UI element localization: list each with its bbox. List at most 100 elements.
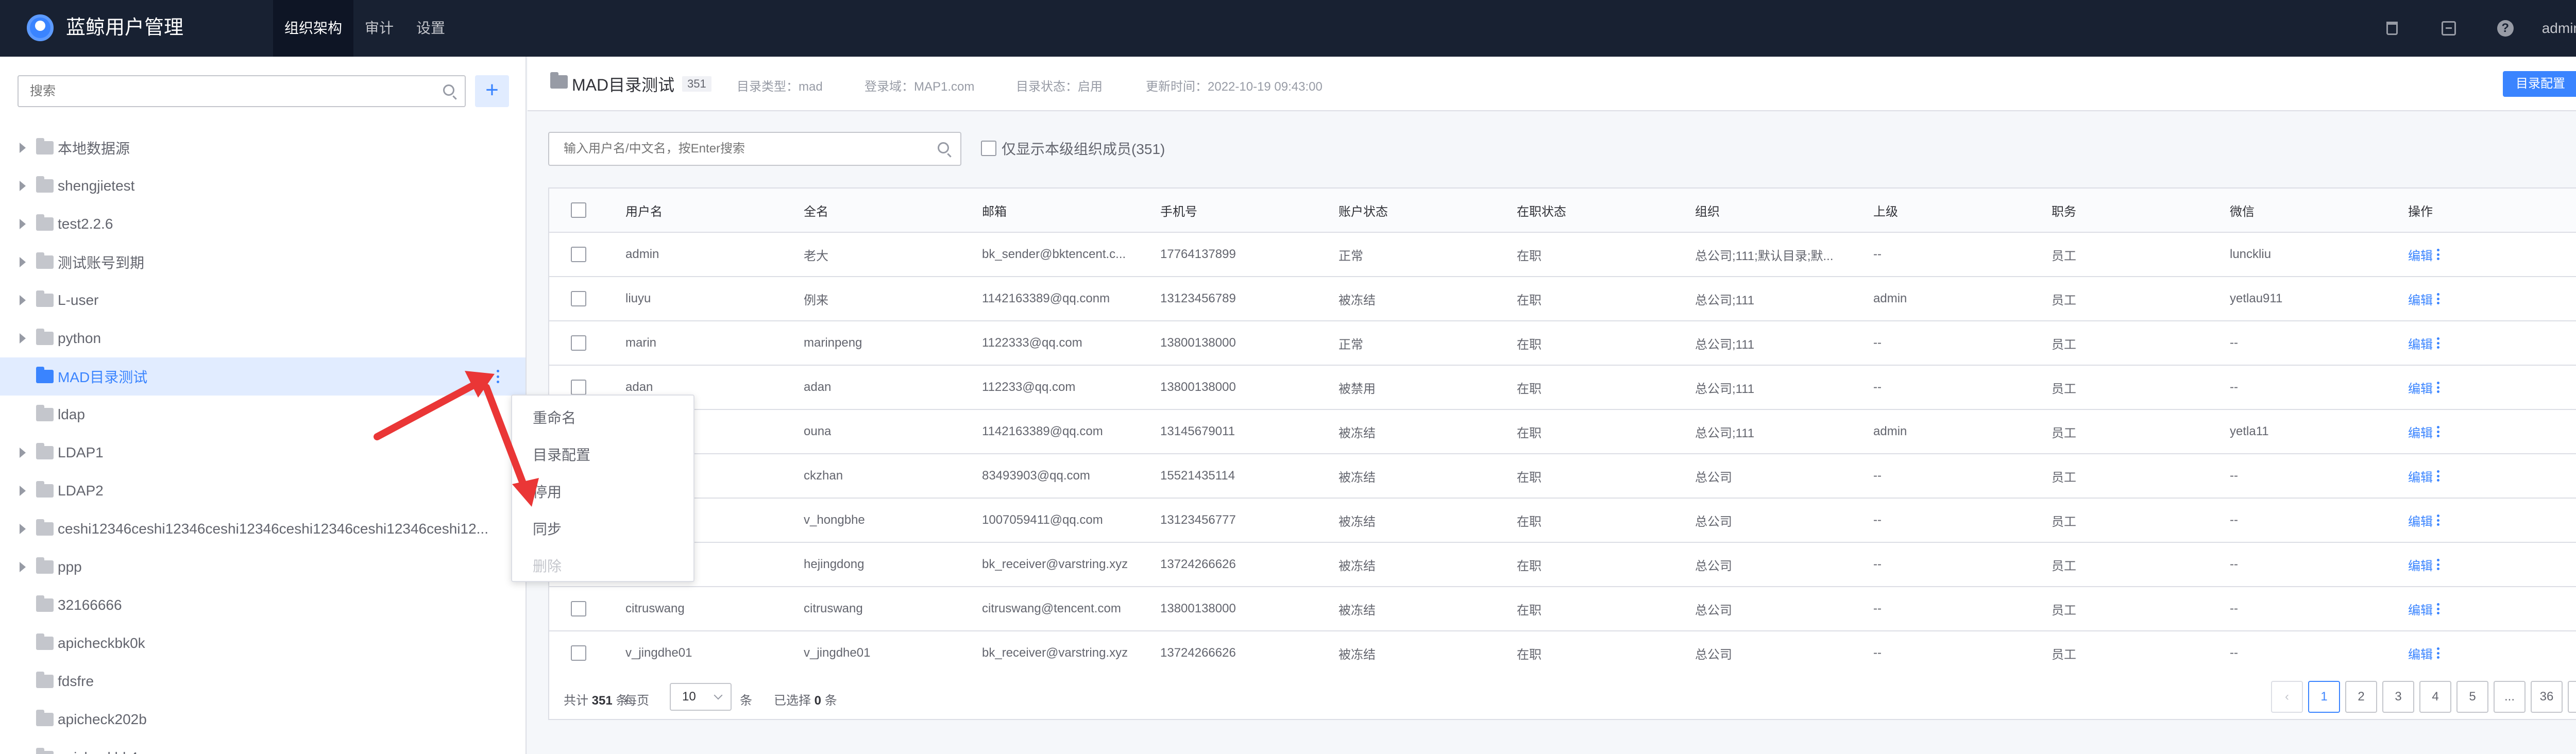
checkbox[interactable] [981,141,996,156]
add-directory-button[interactable]: + [475,75,509,107]
column-header[interactable]: 在职状态 [1517,201,1566,219]
page-button[interactable]: 36 [2531,681,2563,713]
row-checkbox[interactable] [571,601,586,616]
more-vertical-icon[interactable] [2437,603,2439,614]
caret-right-icon[interactable] [20,295,26,305]
column-header[interactable]: 上级 [1873,201,1898,219]
directory-config-button[interactable]: 目录配置 [2503,71,2576,97]
tree-item[interactable]: ldap [0,396,526,434]
recycle-bin-button[interactable] [2364,0,2420,57]
caret-right-icon[interactable] [20,143,26,153]
tree-item[interactable]: 32166666 [0,586,526,624]
menu-item-rename[interactable]: 重命名 [512,400,693,437]
edit-link[interactable]: 编辑 [2408,246,2433,264]
caret-right-icon[interactable] [20,524,26,534]
row-checkbox[interactable] [571,645,586,661]
caret-right-icon[interactable] [20,181,26,191]
search-icon[interactable] [443,84,454,96]
tree-item[interactable]: shengjietest [0,167,526,205]
tree-item-selected[interactable]: MAD目录测试 [0,357,526,396]
row-checkbox[interactable] [571,247,586,262]
more-vertical-icon[interactable] [2437,382,2439,393]
select-all-checkbox[interactable] [571,202,586,218]
tree-item[interactable]: apicheckbk0k [0,624,526,662]
more-vertical-icon[interactable] [497,370,500,383]
edit-link[interactable]: 编辑 [2408,379,2433,397]
row-checkbox[interactable] [571,335,586,351]
caret-right-icon[interactable] [20,486,26,496]
tree-item[interactable]: test2.2.6 [0,205,526,243]
more-vertical-icon[interactable] [2437,249,2439,260]
nav-tab-settings[interactable]: 设置 [405,0,456,57]
tree-item[interactable]: fdsfre [0,662,526,700]
tree-item[interactable]: ceshi12346ceshi12346ceshi12346ceshi12346… [0,510,526,548]
column-header[interactable]: 职务 [2052,201,2076,219]
edit-link[interactable]: 编辑 [2408,423,2433,441]
search-icon[interactable] [938,142,949,153]
caret-right-icon[interactable] [20,562,26,572]
menu-item-sync[interactable]: 同步 [512,511,693,548]
edit-link[interactable]: 编辑 [2408,644,2433,662]
more-vertical-icon[interactable] [2437,647,2439,659]
caret-right-icon[interactable] [20,257,26,267]
sidebar: + 本地数据源 shengjietest test2.2.6 测试账号到期 L-… [0,57,527,754]
folder-icon [36,481,54,498]
tree-item-label: LDAP2 [58,483,104,499]
menu-item-directory-config[interactable]: 目录配置 [512,437,693,474]
tree-item[interactable]: python [0,319,526,357]
edit-link[interactable]: 编辑 [2408,290,2433,308]
sidebar-search-input[interactable] [19,76,420,106]
only-local-members-toggle[interactable]: 仅显示本级组织成员(351) [981,138,1165,159]
more-vertical-icon[interactable] [2437,426,2439,437]
caret-right-icon[interactable] [20,333,26,344]
caret-right-icon[interactable] [20,219,26,229]
column-header[interactable]: 手机号 [1160,201,1197,219]
column-header[interactable]: 微信 [2230,201,2255,219]
caret-right-icon[interactable] [20,448,26,458]
tree-item[interactable]: LDAP1 [0,434,526,472]
more-vertical-icon[interactable] [2437,515,2439,526]
row-checkbox[interactable] [571,380,586,395]
more-vertical-icon[interactable] [2437,559,2439,570]
page-button[interactable]: 4 [2419,681,2451,713]
column-header[interactable]: 全名 [804,201,828,219]
page-button[interactable]: 3 [2382,681,2414,713]
page-size-select[interactable]: 10 [670,683,732,711]
column-header[interactable]: 邮箱 [982,201,1007,219]
column-header[interactable]: 用户名 [625,201,663,219]
page-button[interactable]: 5 [2456,681,2488,713]
tree-item[interactable]: LDAP2 [0,472,526,510]
export-button[interactable] [2420,0,2477,57]
nav-tab-audit[interactable]: 审计 [353,0,405,57]
tree-item[interactable]: apicheckbk4p [0,739,526,754]
column-header[interactable]: 组织 [1695,201,1720,219]
help-button[interactable]: ? [2477,0,2534,57]
table-cell: -- [2230,380,2238,394]
row-checkbox[interactable] [571,291,586,306]
edit-link[interactable]: 编辑 [2408,334,2433,352]
nav-tab-org[interactable]: 组织架构 [273,0,354,57]
next-page-button[interactable]: › [2568,681,2576,713]
tree-item[interactable]: 测试账号到期 [0,243,526,281]
edit-link[interactable]: 编辑 [2408,556,2433,574]
edit-link[interactable]: 编辑 [2408,600,2433,618]
user-menu[interactable]: admin [2542,20,2576,37]
tree-item[interactable]: 本地数据源 [0,129,526,167]
page-button[interactable]: 2 [2345,681,2377,713]
column-header[interactable]: 账户状态 [1338,201,1388,219]
menu-item-disable[interactable]: 停用 [512,474,693,511]
tree-item[interactable]: L-user [0,281,526,319]
table-cell: v_hongbhe [804,513,865,527]
edit-link[interactable]: 编辑 [2408,511,2433,529]
more-vertical-icon[interactable] [2437,337,2439,349]
edit-link[interactable]: 编辑 [2408,467,2433,485]
more-vertical-icon[interactable] [2437,470,2439,482]
tree-item-label: MAD目录测试 [58,369,148,385]
tree-item[interactable]: ppp [0,548,526,586]
page-button[interactable]: 1 [2308,681,2340,713]
tree-item[interactable]: apicheck202b [0,700,526,739]
table-cell: 员工 [2052,337,2076,352]
page-button[interactable]: ... [2494,681,2526,713]
user-search-input[interactable] [549,133,930,165]
more-vertical-icon[interactable] [2437,293,2439,304]
